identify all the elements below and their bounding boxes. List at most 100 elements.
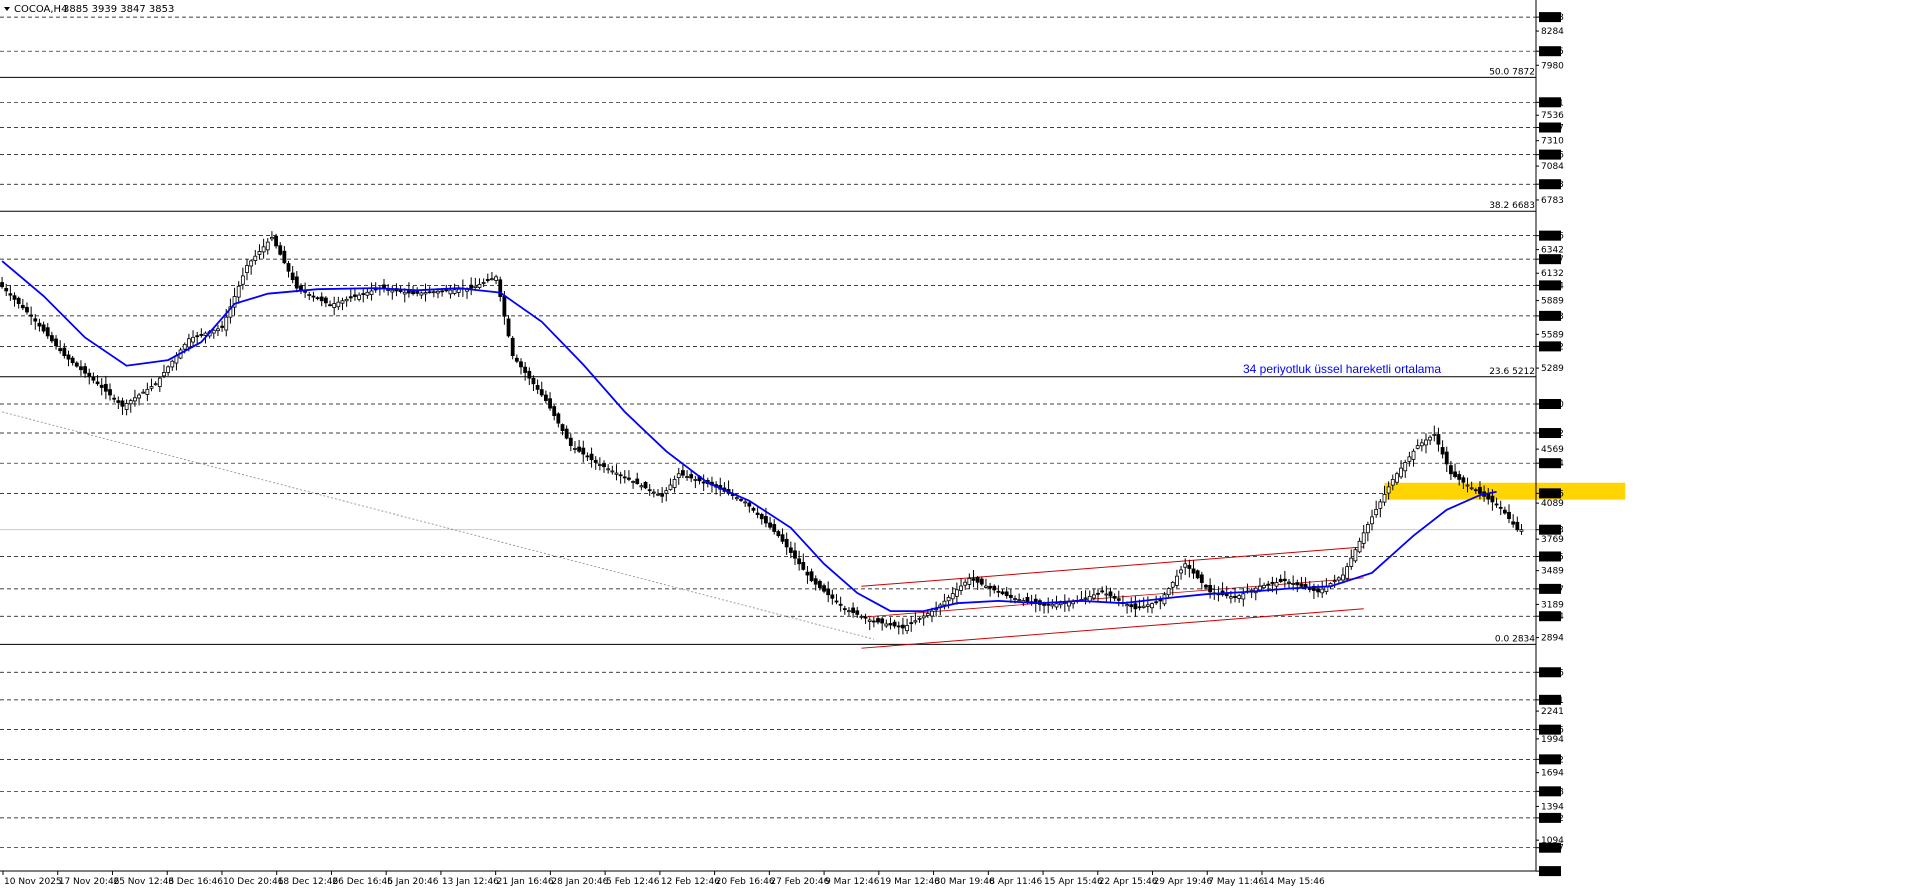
- candle-body: [299, 285, 303, 291]
- candle-body: [1494, 503, 1499, 506]
- candle-body: [66, 354, 71, 360]
- candle-body: [216, 328, 220, 332]
- price-label: 5753: [1541, 312, 1564, 322]
- candle-body: [867, 619, 872, 622]
- candle-body: [1108, 591, 1113, 597]
- candle-body: [776, 531, 781, 537]
- candle-body: [855, 610, 860, 615]
- candle-body: [647, 489, 652, 492]
- candle-body: [784, 538, 789, 548]
- time-label: 25 Nov 12:46: [113, 877, 174, 887]
- candle-body: [863, 616, 868, 619]
- price-label: 1694: [1541, 769, 1564, 779]
- price-label: 6342: [1541, 246, 1564, 256]
- candle-body: [133, 397, 137, 402]
- candle-body: [743, 501, 748, 504]
- candle-body: [1291, 583, 1296, 585]
- candle-body: [270, 237, 274, 240]
- time-label: 3 Dec 16:46: [168, 877, 223, 887]
- candle-body: [54, 338, 58, 347]
- candle-body: [809, 571, 814, 582]
- candle-body: [473, 285, 478, 289]
- candle-body: [481, 282, 486, 284]
- candle-body: [195, 335, 200, 338]
- candle-body: [157, 377, 162, 387]
- price-label: 3084: [1541, 612, 1564, 622]
- candle-body: [888, 623, 893, 626]
- candle-body: [1473, 489, 1478, 492]
- candle-body: [1282, 578, 1287, 582]
- candle-body: [1241, 593, 1246, 600]
- candle-body: [1091, 594, 1096, 599]
- candle-body: [444, 289, 449, 292]
- candle-body: [103, 383, 108, 392]
- candle-body: [975, 577, 980, 583]
- candle-body: [514, 357, 519, 362]
- price-label: 1027: [1541, 844, 1564, 854]
- candle-body: [166, 366, 171, 373]
- candle-body: [925, 613, 930, 616]
- candle-body: [992, 585, 997, 591]
- candle-body: [1374, 508, 1379, 516]
- candle-body: [1424, 439, 1428, 446]
- time-label: 17 Nov 20:46: [59, 877, 120, 887]
- candle-body: [1341, 574, 1345, 581]
- price-chart[interactable]: 50.0 7872 38.2 6683 23.6 5212 0.0 2834 34 p…: [0, 0, 1916, 888]
- candle-body: [369, 290, 374, 296]
- candle-body: [1000, 591, 1005, 595]
- price-label: 7651: [1541, 98, 1564, 108]
- candle-body: [25, 306, 29, 313]
- candle-body: [344, 298, 349, 302]
- candle-body: [74, 362, 79, 367]
- time-label: 20 Feb 16:46: [716, 877, 775, 887]
- price-label: 2894: [1541, 634, 1564, 644]
- candle-body: [905, 625, 909, 632]
- price-label: 4089: [1541, 499, 1564, 509]
- candle-body: [959, 585, 963, 591]
- candle-body: [871, 620, 876, 623]
- candle-body: [153, 383, 158, 386]
- candle-body: [1145, 604, 1150, 607]
- price-label: 2241: [1541, 707, 1564, 717]
- candle-body: [79, 366, 83, 371]
- candle-body: [365, 291, 370, 296]
- candle-body: [149, 386, 154, 389]
- candle-body: [759, 514, 764, 520]
- time-label: 8 Apr 11:46: [989, 877, 1042, 887]
- candle-body: [1336, 577, 1341, 581]
- candle-body: [573, 448, 577, 450]
- candle-body: [842, 608, 847, 611]
- candle-body: [340, 300, 345, 304]
- candle-body: [768, 522, 772, 528]
- price-label: 7980: [1541, 61, 1564, 71]
- candle-body: [402, 291, 407, 295]
- candle-body: [1187, 565, 1192, 569]
- time-label: 29 Apr 19:46: [1154, 877, 1213, 887]
- candle-body: [120, 400, 125, 407]
- candle-body: [826, 588, 831, 596]
- candle-body: [734, 497, 739, 500]
- candle-body: [357, 294, 361, 300]
- price-label: 1994: [1541, 735, 1564, 745]
- candle-body: [996, 590, 1001, 593]
- candle-body: [660, 493, 665, 497]
- candle-body: [128, 400, 133, 405]
- candle-body: [1083, 597, 1088, 600]
- candle-body: [1183, 563, 1188, 568]
- time-label: 7 May 11:46: [1208, 877, 1264, 887]
- candle-body: [1465, 484, 1470, 487]
- candle-body: [1444, 451, 1449, 465]
- price-label: 7310: [1541, 137, 1564, 147]
- candle-body: [1141, 605, 1146, 608]
- candle-body: [87, 372, 92, 378]
- candle-body: [4, 288, 9, 292]
- candle-body: [436, 290, 440, 294]
- candle-body: [602, 463, 606, 468]
- candle-body: [772, 524, 777, 532]
- candle-body: [1411, 450, 1416, 460]
- candle-body: [191, 336, 195, 343]
- candle-body: [1432, 433, 1437, 436]
- candle-body: [1199, 574, 1204, 583]
- candle-body: [1457, 474, 1462, 480]
- candle-body: [182, 343, 187, 350]
